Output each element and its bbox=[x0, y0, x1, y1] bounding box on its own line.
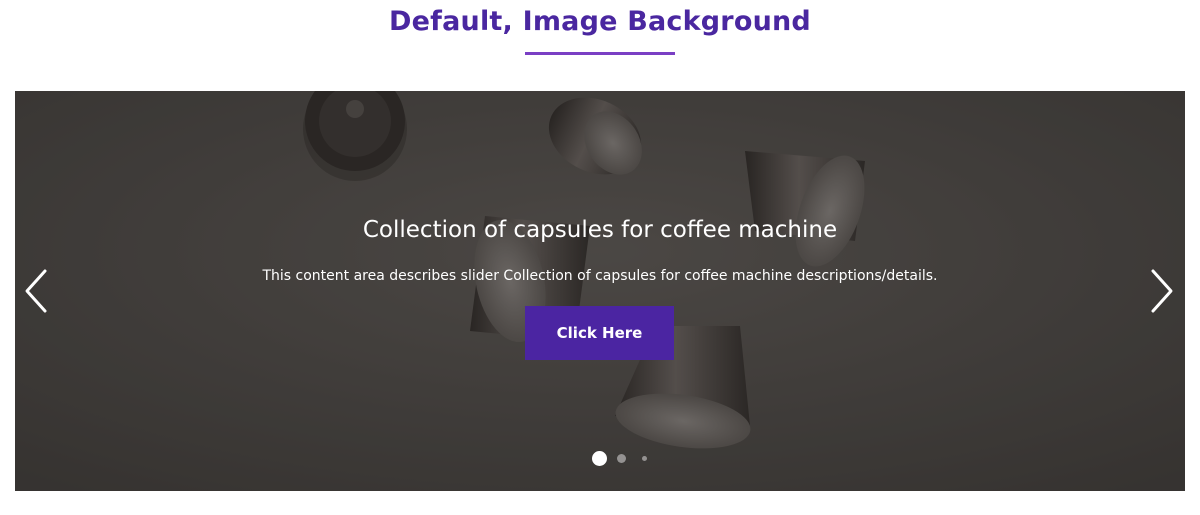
slider-prev-button[interactable] bbox=[23, 267, 53, 315]
chevron-right-icon bbox=[1151, 269, 1173, 313]
image-slider[interactable]: Collection of capsules for coffee machin… bbox=[15, 91, 1185, 491]
slide-overlay bbox=[15, 91, 1185, 491]
slider-pagination bbox=[592, 451, 672, 467]
pagination-dot[interactable] bbox=[642, 456, 647, 461]
click-here-button[interactable]: Click Here bbox=[525, 306, 674, 360]
section-title: Default, Image Background bbox=[389, 6, 811, 37]
title-underline bbox=[525, 52, 675, 55]
pagination-dot-active[interactable] bbox=[592, 451, 607, 466]
pagination-dot[interactable] bbox=[617, 454, 626, 463]
slider-next-button[interactable] bbox=[1145, 267, 1175, 315]
slide-description: This content area describes slider Colle… bbox=[262, 268, 938, 284]
chevron-left-icon bbox=[25, 269, 47, 313]
slide-heading: Collection of capsules for coffee machin… bbox=[362, 217, 838, 243]
